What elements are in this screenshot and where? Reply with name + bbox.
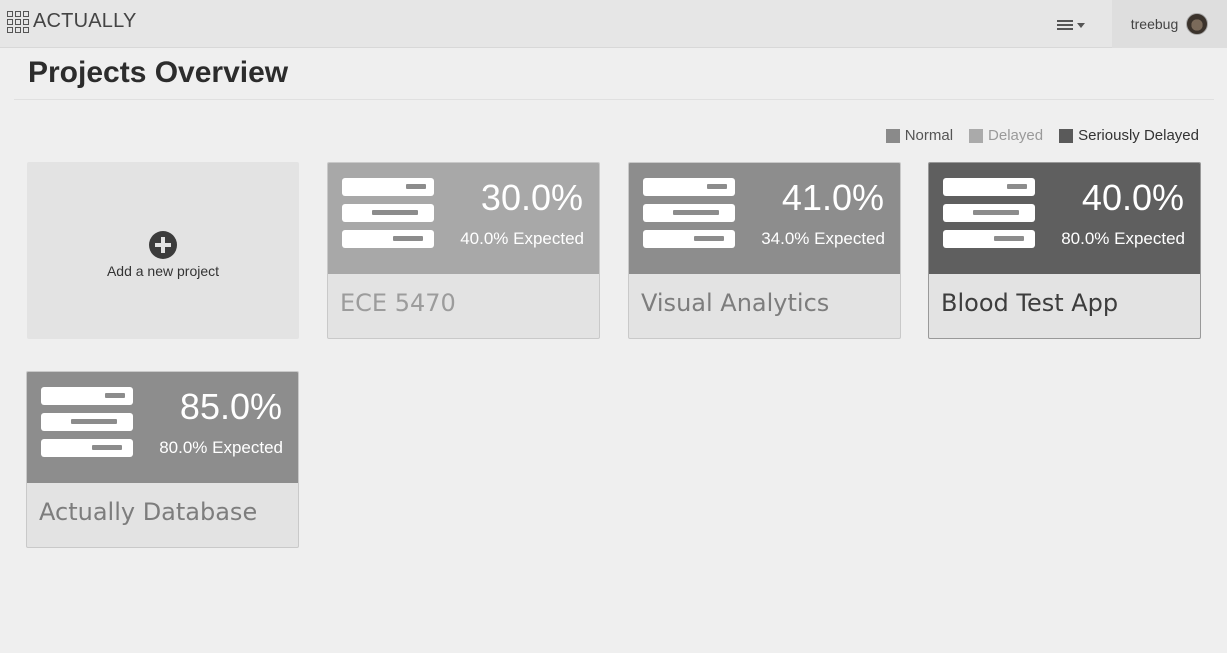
- server-icon: [943, 178, 1035, 256]
- caret-down-icon: [1077, 22, 1085, 28]
- server-icon: [643, 178, 735, 256]
- menu-dropdown-toggle[interactable]: [1057, 14, 1101, 36]
- expected-percent: 40.0% Expected: [460, 229, 584, 248]
- legend-label: Normal: [904, 127, 954, 144]
- expected-percent: 34.0% Expected: [761, 229, 885, 248]
- plus-circle-icon: [149, 231, 177, 259]
- project-card-header: 30.0% 40.0% Expected: [328, 163, 599, 274]
- project-card-actually-database[interactable]: 85.0% 80.0% Expected Actually Database: [26, 371, 299, 548]
- legend-swatch: [1059, 128, 1074, 143]
- project-card-ece-5470[interactable]: 30.0% 40.0% Expected ECE 5470: [327, 162, 600, 339]
- project-name: ECE 5470: [340, 289, 456, 317]
- add-project-label: Add a new project: [106, 263, 220, 279]
- legend-swatch: [885, 128, 900, 143]
- project-card-blood-test-app[interactable]: 40.0% 80.0% Expected Blood Test App: [928, 162, 1201, 339]
- grid-icon: [7, 10, 29, 33]
- legend-label: Delayed: [988, 127, 1044, 144]
- project-name: Visual Analytics: [641, 289, 830, 317]
- menu-icon: [1057, 20, 1073, 30]
- project-card-header: 41.0% 34.0% Expected: [629, 163, 900, 274]
- legend-item-delayed: Delayed: [969, 127, 1043, 144]
- server-icon: [41, 387, 133, 465]
- page-title: Projects Overview: [28, 56, 289, 89]
- legend-item-normal: Normal: [885, 127, 954, 144]
- project-card-header: 40.0% 80.0% Expected: [929, 163, 1200, 274]
- expected-percent: 80.0% Expected: [1061, 229, 1185, 248]
- navbar: ACTUALLY treebug: [0, 0, 1227, 48]
- progress-percent: 40.0%: [1081, 177, 1184, 218]
- legend-label: Seriously Delayed: [1078, 127, 1199, 144]
- project-name: Actually Database: [39, 498, 258, 526]
- brand-link[interactable]: ACTUALLY: [7, 10, 137, 33]
- user-menu[interactable]: treebug: [1112, 0, 1227, 48]
- brand-name: ACTUALLY: [33, 10, 137, 32]
- project-name: Blood Test App: [941, 289, 1119, 317]
- expected-percent: 80.0% Expected: [159, 438, 283, 457]
- avatar: [1186, 13, 1209, 35]
- progress-percent: 30.0%: [480, 177, 583, 218]
- add-project-card[interactable]: Add a new project: [27, 162, 299, 339]
- divider: [14, 99, 1214, 100]
- project-card-header: 85.0% 80.0% Expected: [27, 372, 298, 483]
- username: treebug: [1130, 16, 1179, 32]
- progress-percent: 85.0%: [179, 386, 282, 427]
- legend-item-seriously-delayed: Seriously Delayed: [1059, 127, 1199, 144]
- progress-percent: 41.0%: [781, 177, 884, 218]
- legend-swatch: [969, 128, 984, 143]
- project-card-visual-analytics[interactable]: 41.0% 34.0% Expected Visual Analytics: [628, 162, 901, 339]
- server-icon: [342, 178, 434, 256]
- status-legend: Normal Delayed Seriously Delayed: [885, 127, 1199, 144]
